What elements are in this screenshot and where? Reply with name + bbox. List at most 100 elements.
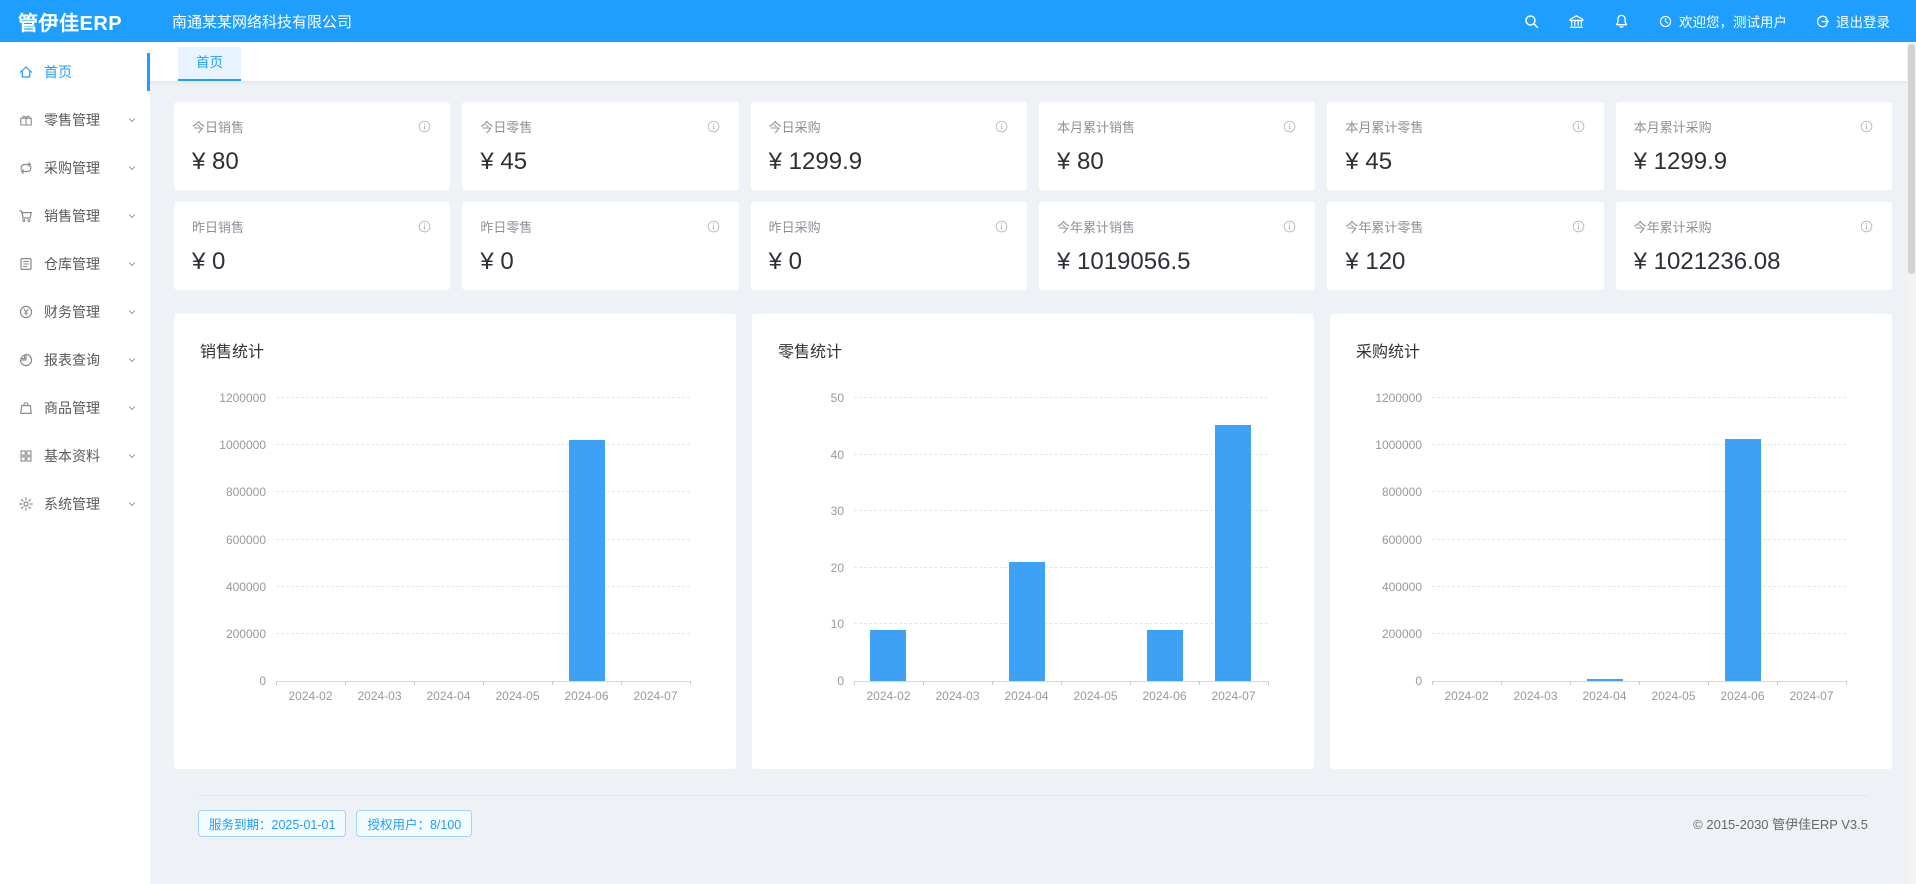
chart-x-labels: 2024-022024-032024-042024-052024-062024-… — [1432, 689, 1846, 703]
charts-row: 销售统计 02000004000006000008000001000000120… — [174, 314, 1892, 769]
bell-icon[interactable] — [1613, 13, 1630, 30]
info-icon[interactable] — [994, 219, 1009, 234]
stat-card-label: 昨日销售 — [192, 217, 244, 236]
sidebar-item-purchase[interactable]: 采购管理 — [0, 148, 150, 188]
sidebar-item-label: 零售管理 — [44, 110, 100, 130]
info-icon[interactable] — [1859, 119, 1874, 134]
stat-card-value: ¥ 1299.9 — [769, 148, 1009, 176]
x-tick-label: 2024-02 — [276, 689, 345, 703]
x-tick-label: 2024-02 — [854, 689, 923, 703]
chart-x-labels: 2024-022024-032024-042024-052024-062024-… — [854, 689, 1268, 703]
chart-title: 零售统计 — [778, 338, 1288, 362]
stat-card: 今日销售 ¥ 80 — [174, 102, 450, 190]
user-welcome[interactable]: 欢迎您，测试用户 — [1658, 11, 1787, 31]
warehouse-icon — [18, 256, 34, 272]
stat-card-label: 今年累计采购 — [1634, 217, 1712, 236]
bar-2024-06 — [1725, 439, 1761, 681]
sidebar-item-sales[interactable]: 销售管理 — [0, 196, 150, 236]
y-tick-label: 40 — [786, 448, 844, 462]
sidebar-item-system[interactable]: 系统管理 — [0, 484, 150, 524]
y-tick-label: 800000 — [208, 485, 266, 499]
stat-card-label: 昨日采购 — [769, 217, 821, 236]
logout-label: 退出登录 — [1836, 11, 1890, 31]
x-axis-tick — [1777, 681, 1778, 685]
chart-plot: 020000040000060000080000010000001200000 — [276, 398, 690, 682]
sidebar-item-goods[interactable]: 商品管理 — [0, 388, 150, 428]
purchase-icon — [18, 160, 34, 176]
sidebar-item-home[interactable]: 首页 — [0, 52, 150, 92]
y-tick-label: 600000 — [1364, 533, 1422, 547]
sales-icon — [18, 208, 34, 224]
chevron-down-icon — [126, 306, 138, 318]
x-tick-label: 2024-06 — [552, 689, 621, 703]
sidebar-item-finance[interactable]: 财务管理 — [0, 292, 150, 332]
x-axis-tick — [923, 681, 924, 685]
stat-card-value: ¥ 1021236.08 — [1634, 248, 1874, 276]
chart-plot: 020000040000060000080000010000001200000 — [1432, 398, 1846, 682]
logout-button[interactable]: 退出登录 — [1815, 11, 1890, 31]
x-axis-tick — [621, 681, 622, 685]
info-icon[interactable] — [706, 219, 721, 234]
stat-card-value: ¥ 0 — [769, 248, 1009, 276]
x-tick-label: 2024-07 — [1199, 689, 1268, 703]
x-axis-tick — [854, 681, 855, 685]
info-icon[interactable] — [1571, 119, 1586, 134]
sidebar-item-label: 报表查询 — [44, 350, 100, 370]
y-tick-label: 20 — [786, 561, 844, 575]
stat-card: 今年累计零售 ¥ 120 — [1327, 202, 1603, 290]
x-tick-label: 2024-07 — [1777, 689, 1846, 703]
info-icon[interactable] — [417, 219, 432, 234]
gridline — [854, 510, 1268, 511]
stat-card-label: 今年累计零售 — [1345, 217, 1423, 236]
bar-2024-07 — [1215, 425, 1251, 681]
sidebar-item-label: 财务管理 — [44, 302, 100, 322]
stat-card-value: ¥ 0 — [192, 248, 432, 276]
gridline — [854, 397, 1268, 398]
stat-card-label: 本月累计采购 — [1634, 117, 1712, 136]
stat-cards-grid: 今日销售 ¥ 80 今日零售 ¥ 45 今日采购 ¥ 1299.9 本月累计销售… — [174, 102, 1892, 290]
sidebar-item-label: 采购管理 — [44, 158, 100, 178]
content-area: 今日销售 ¥ 80 今日零售 ¥ 45 今日采购 ¥ 1299.9 本月累计销售… — [150, 82, 1916, 837]
chart-title: 销售统计 — [200, 338, 710, 362]
bank-icon[interactable] — [1568, 13, 1585, 30]
stat-card-value: ¥ 45 — [1345, 148, 1585, 176]
gridline — [854, 567, 1268, 568]
footer: 服务到期：2025-01-01 授权用户：8/100 © 2015-2030 管… — [198, 795, 1868, 837]
search-icon[interactable] — [1523, 13, 1540, 30]
basedata-icon — [18, 448, 34, 464]
info-icon[interactable] — [1859, 219, 1874, 234]
y-tick-label: 1000000 — [208, 438, 266, 452]
sidebar-item-label: 系统管理 — [44, 494, 100, 514]
bar-2024-02 — [870, 630, 906, 681]
x-axis-tick — [1639, 681, 1640, 685]
sidebar-item-basedata[interactable]: 基本资料 — [0, 436, 150, 476]
gridline — [1432, 491, 1846, 492]
scrollbar[interactable] — [1907, 0, 1916, 884]
info-icon[interactable] — [417, 119, 432, 134]
gridline — [1432, 539, 1846, 540]
scrollbar-thumb[interactable] — [1908, 44, 1915, 274]
y-tick-label: 600000 — [208, 533, 266, 547]
info-icon[interactable] — [706, 119, 721, 134]
stat-card: 本月累计采购 ¥ 1299.9 — [1616, 102, 1892, 190]
stat-card-label: 今日采购 — [769, 117, 821, 136]
info-icon[interactable] — [1282, 219, 1297, 234]
tab-home[interactable]: 首页 — [178, 47, 241, 81]
chart-panel: 零售统计 01020304050 2024-022024-032024-0420… — [752, 314, 1314, 769]
sidebar-item-report[interactable]: 报表查询 — [0, 340, 150, 380]
stat-card-label: 本月累计零售 — [1345, 117, 1423, 136]
licensed-users-badge: 授权用户：8/100 — [356, 810, 472, 837]
sidebar-item-warehouse[interactable]: 仓库管理 — [0, 244, 150, 284]
goods-icon — [18, 400, 34, 416]
info-icon[interactable] — [994, 119, 1009, 134]
x-tick-label: 2024-05 — [1061, 689, 1130, 703]
x-axis-tick — [414, 681, 415, 685]
info-icon[interactable] — [1282, 119, 1297, 134]
sidebar-item-retail[interactable]: 零售管理 — [0, 100, 150, 140]
sidebar-item-label: 基本资料 — [44, 446, 100, 466]
y-tick-label: 0 — [208, 674, 266, 688]
y-tick-label: 400000 — [208, 580, 266, 594]
info-icon[interactable] — [1571, 219, 1586, 234]
x-axis-tick — [1708, 681, 1709, 685]
x-axis-tick — [1432, 681, 1433, 685]
